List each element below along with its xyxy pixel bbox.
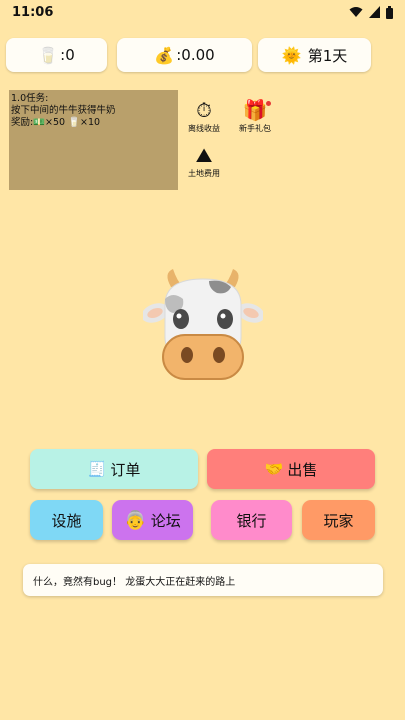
task-panel: 1.0任务: 按下中间的牛牛获得牛奶 奖励:💵×50 🥛×10: [9, 90, 178, 190]
land-fee-label: 土地费用: [188, 169, 220, 178]
orders-button[interactable]: 🧾 订单: [30, 449, 198, 489]
status-time: 11:06: [12, 4, 54, 20]
players-button[interactable]: 玩家: [302, 500, 375, 540]
money-value: :0.00: [176, 46, 215, 64]
sell-label: 出售: [287, 460, 318, 479]
milk-icon: 🥛: [38, 45, 59, 65]
sell-button[interactable]: 🤝 出售: [207, 449, 375, 489]
land-fee-button[interactable]: ⛰ 土地费用: [182, 142, 226, 179]
handshake-icon: 🤝: [264, 460, 284, 478]
battery-icon: [386, 5, 393, 19]
orders-label: 订单: [110, 460, 141, 479]
milk-value: :0: [60, 46, 75, 64]
bank-button[interactable]: 银行: [211, 500, 292, 540]
receipt-icon: 🧾: [87, 460, 107, 478]
facilities-label: 设施: [51, 511, 82, 530]
land-icon: ⛰: [195, 143, 213, 167]
signal-icon: [369, 6, 380, 18]
cow-face-icon: [141, 269, 265, 380]
message-text: 什么，竟然有bug！ 龙蛋大大正在赶来的路上: [33, 576, 236, 588]
grandma-icon: 👵: [124, 509, 147, 531]
newbie-gift-button[interactable]: 🎁 新手礼包: [233, 97, 277, 134]
forum-button[interactable]: 👵 论坛: [112, 500, 193, 540]
sun-icon: 🌞: [281, 45, 302, 65]
wifi-icon: [349, 7, 363, 17]
status-icons: [349, 5, 393, 19]
task-description: 按下中间的牛牛获得牛奶: [11, 105, 116, 116]
task-title: 1.0任务:: [11, 93, 49, 104]
newbie-gift-label: 新手礼包: [239, 124, 271, 133]
money-counter: 💰 :0.00: [117, 38, 252, 72]
reward-cash: ×50: [45, 117, 66, 128]
status-bar: 11:06: [0, 0, 405, 24]
facilities-button[interactable]: 设施: [30, 500, 103, 540]
notification-dot: [266, 101, 271, 106]
offline-income-label: 离线收益: [188, 124, 220, 133]
day-counter: 🌞 第1天: [258, 38, 371, 72]
offline-income-button[interactable]: ⏱ 离线收益: [182, 97, 226, 134]
stopwatch-icon: ⏱: [196, 98, 212, 122]
task-reward: 奖励:💵×50 🥛×10: [11, 117, 176, 129]
milk-icon: 🥛: [68, 117, 80, 128]
cash-icon: 💵: [33, 117, 46, 128]
cow-button[interactable]: [141, 265, 265, 385]
day-value: 第1天: [307, 46, 348, 65]
reward-milk: ×10: [79, 117, 101, 128]
message-bar: 什么，竟然有bug！ 龙蛋大大正在赶来的路上: [23, 564, 383, 596]
money-bag-icon: 💰: [154, 45, 175, 65]
milk-counter: 🥛 :0: [6, 38, 107, 72]
bank-label: 银行: [236, 511, 267, 530]
forum-label: 论坛: [150, 511, 181, 530]
players-label: 玩家: [323, 511, 354, 530]
reward-label: 奖励:: [11, 117, 34, 128]
